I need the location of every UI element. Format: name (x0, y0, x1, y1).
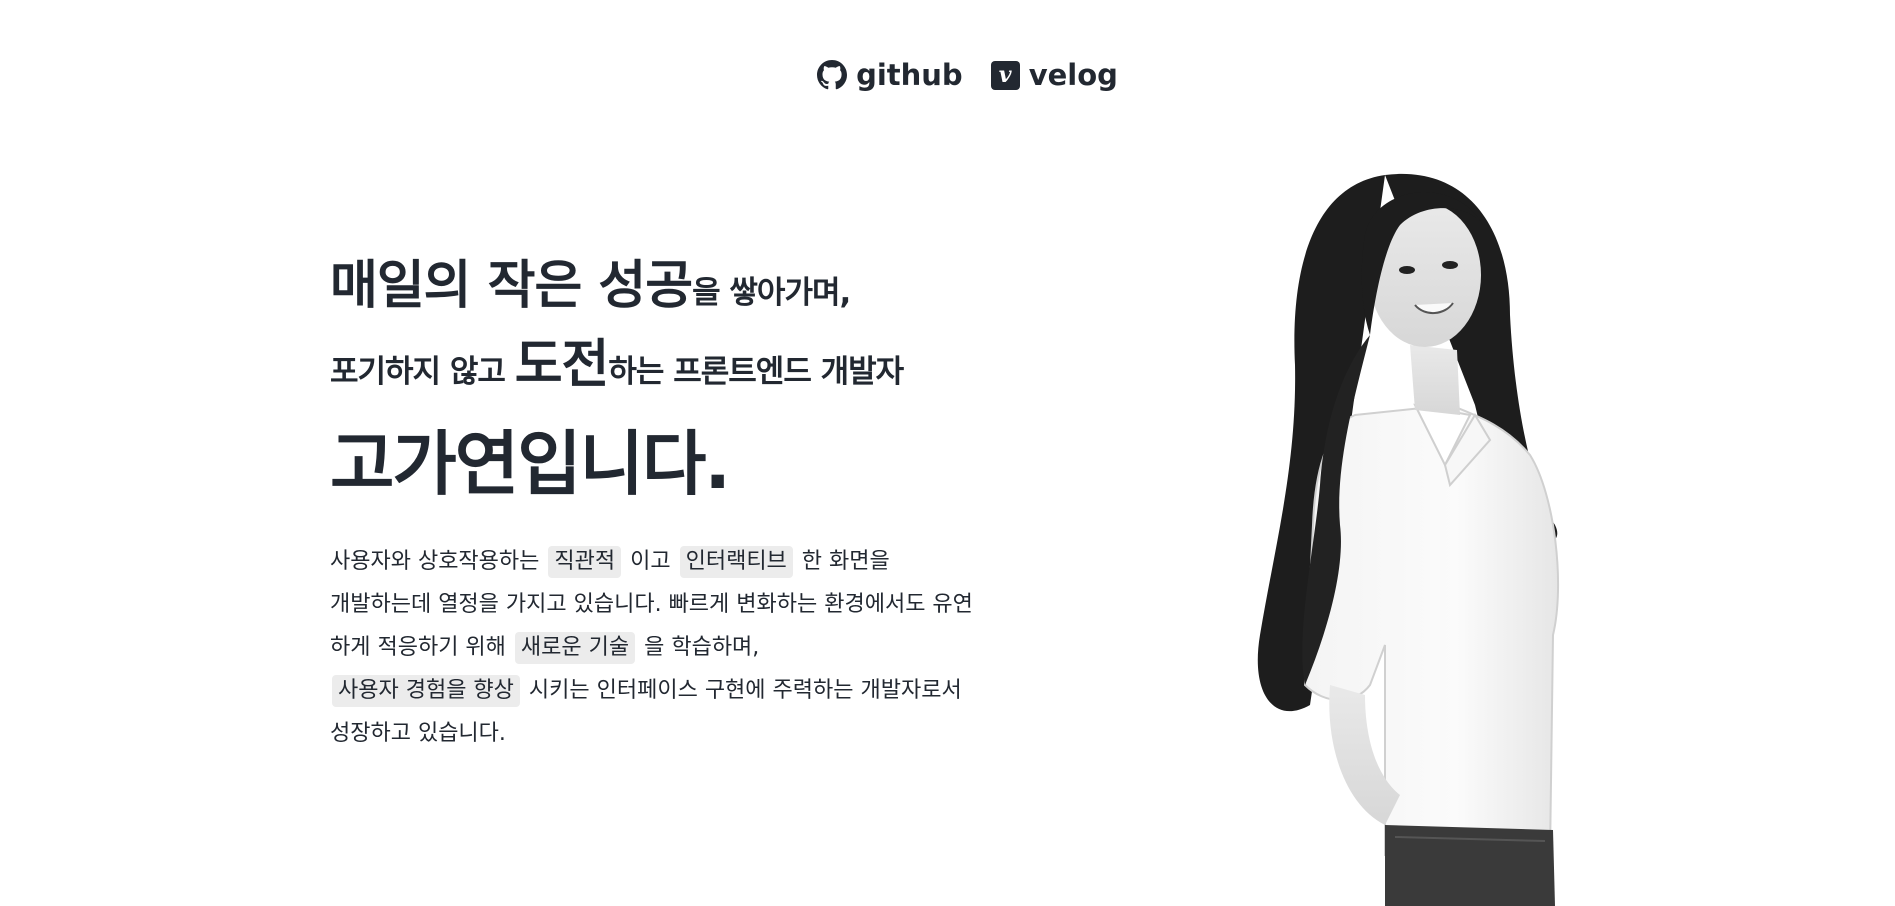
description-text: 하게 적응하기 위해 (330, 635, 513, 660)
keyword-chip-new-tech: 새로운 기술 (514, 632, 636, 664)
github-icon (817, 60, 848, 90)
keyword-chip-intuitive: 직관적 (548, 546, 622, 578)
description-text: 시키는 인터페이스 구현에 주력하는 개발자로서 (521, 678, 962, 703)
headline-line-2-rest: 하는 프론트엔드 개발자 (608, 354, 904, 390)
description-line: 하게 적응하기 위해 새로운 기술 을 학습하며, (330, 626, 1030, 669)
description-line: 사용자와 상호작용하는 직관적 이고 인터랙티브 한 화면을 (330, 540, 1030, 583)
description-text: 사용자와 상호작용하는 (330, 549, 547, 574)
top-nav: github v velog (0, 58, 1895, 92)
description-line: 사용자 경험을 향상 시키는 인터페이스 구현에 주력하는 개발자로서 (330, 669, 1030, 712)
headline-line-2: 포기하지 않고 도전하는 프론트엔드 개발자 (330, 329, 1050, 408)
velog-icon: v (990, 60, 1020, 90)
description-text: 을 학습하며, (637, 635, 760, 660)
intro-description: 사용자와 상호작용하는 직관적 이고 인터랙티브 한 화면을 개발하는데 열정을… (330, 540, 1030, 755)
github-link[interactable]: github (817, 58, 963, 92)
page: github v velog 매일의 작은 성공을 쌓아가며, 포기하지 않고 … (0, 0, 1895, 906)
hero-headline: 매일의 작은 성공을 쌓아가며, 포기하지 않고 도전하는 프론트엔드 개발자 … (330, 250, 1050, 514)
keyword-chip-ux: 사용자 경험을 향상 (332, 675, 520, 707)
keyword-chip-interactive: 인터랙티브 (679, 546, 793, 578)
github-label: github (856, 58, 963, 92)
headline-emphasis-challenge: 도전 (514, 335, 610, 395)
headline-line-2-lead: 포기하지 않고 (330, 354, 515, 390)
headline-name: 고가연입니다. (330, 423, 731, 505)
description-line: 성장하고 있습니다. (330, 721, 506, 746)
headline-emphasis-success: 매일의 작은 성공 (330, 256, 693, 316)
description-line: 개발하는데 열정을 가지고 있습니다. 빠르게 변화하는 환경에서도 유연 (330, 592, 973, 617)
velog-label: velog (1028, 58, 1118, 92)
headline-line-1-rest: 을 쌓아가며, (692, 275, 851, 311)
description-text: 이고 (623, 549, 678, 574)
description-text: 한 화면을 (794, 549, 890, 574)
velog-link[interactable]: v velog (990, 58, 1118, 92)
profile-photo (1235, 165, 1595, 906)
headline-line-1: 매일의 작은 성공을 쌓아가며, (330, 250, 1050, 329)
